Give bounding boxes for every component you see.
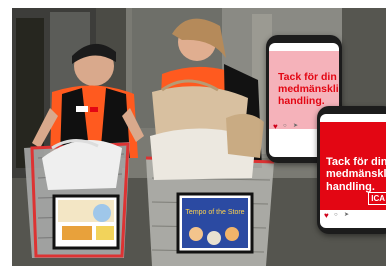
post-actions: ♥ ○ ➤	[324, 212, 386, 220]
social-post: Tack för din medmänskliga handling. ICA	[320, 122, 386, 210]
comment-icon[interactable]: ○	[334, 212, 338, 218]
post-text: Tack för din medmänskliga handling.	[326, 156, 386, 193]
ica-logo: ICA	[368, 192, 386, 205]
send-icon[interactable]: ➤	[344, 212, 349, 218]
phone-mockup-large: Tack för din medmänskliga handling. ICA …	[317, 106, 386, 234]
heart-icon[interactable]: ♥	[273, 123, 278, 131]
right-cart-sign-text: Tempo of the Store	[185, 209, 244, 216]
send-icon[interactable]: ➤	[293, 123, 298, 129]
heart-icon[interactable]: ♥	[324, 212, 329, 220]
comment-icon[interactable]: ○	[283, 123, 287, 129]
phone-screen: Tack för din medmänskliga handling. ICA …	[320, 114, 386, 228]
ica-campaign-image: Tempo of the Store Tack för din medmänsk…	[12, 8, 386, 266]
post-text: Tack för din medmänskliga handling.	[278, 71, 339, 107]
